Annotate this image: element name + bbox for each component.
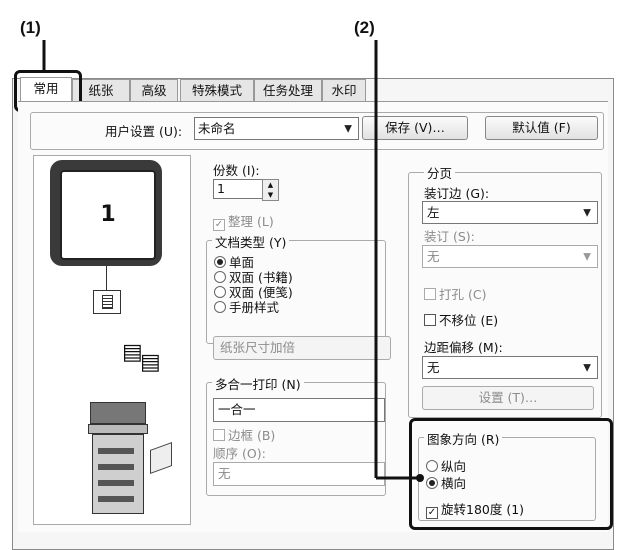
callout-lines (42, 40, 424, 482)
callout-2-dot (416, 474, 424, 482)
